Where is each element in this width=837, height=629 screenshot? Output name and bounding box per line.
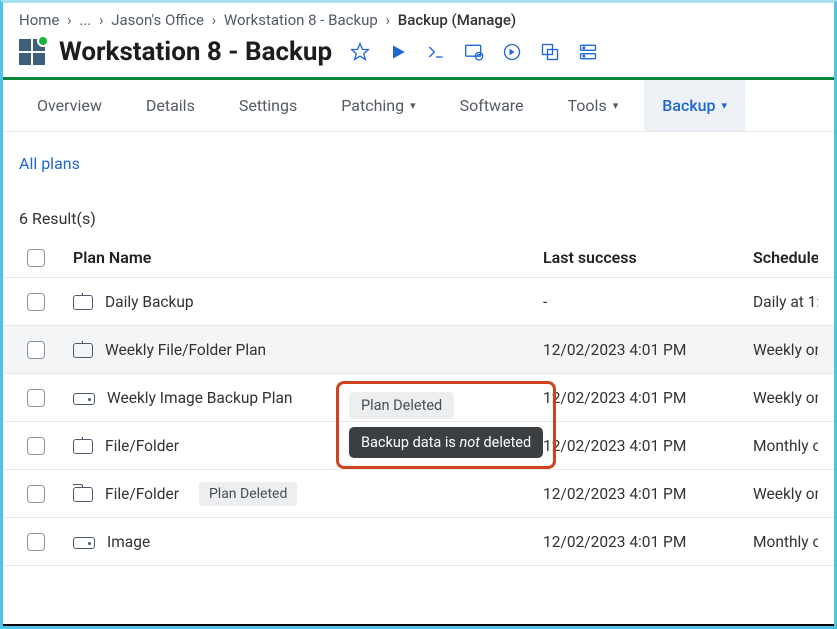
folder-icon: [73, 343, 93, 358]
folder-icon: [73, 439, 93, 454]
chevron-down-icon: ▾: [613, 99, 619, 112]
schedule: Daily at 1:0: [753, 293, 818, 311]
crumb-ellipsis[interactable]: ...: [79, 11, 91, 29]
breadcrumb: Home › ... › Jason's Office › Workstatio…: [3, 3, 834, 35]
tab-backup[interactable]: Backup▾: [644, 80, 745, 131]
col-plan-name[interactable]: Plan Name: [73, 248, 543, 267]
last-success: 12/02/2023 4:01 PM: [543, 485, 753, 503]
select-all-checkbox[interactable]: [27, 249, 45, 267]
schedule: Weekly on: [753, 341, 818, 359]
tab-overview[interactable]: Overview: [19, 80, 120, 131]
col-last-success[interactable]: Last success: [543, 248, 753, 267]
crumb-device[interactable]: Workstation 8 - Backup: [224, 11, 378, 29]
plan-name: Weekly File/Folder Plan: [105, 341, 266, 359]
play-icon[interactable]: [388, 42, 408, 62]
table-row[interactable]: File/Folder Plan Deleted 12/02/2023 4:01…: [3, 470, 834, 518]
folder-icon: [73, 487, 93, 502]
subnav: All plans: [3, 132, 834, 179]
last-success: -: [543, 293, 753, 311]
tab-patching[interactable]: Patching▾: [323, 80, 433, 131]
row-checkbox[interactable]: [27, 389, 45, 407]
plan-name: File/Folder: [105, 485, 179, 503]
folder-icon: [73, 295, 93, 310]
plan-name: File/Folder: [105, 437, 179, 455]
last-success: 12/02/2023 4:01 PM: [543, 389, 753, 407]
drive-icon: [73, 393, 95, 405]
row-checkbox[interactable]: [27, 437, 45, 455]
server-icon[interactable]: [578, 42, 598, 62]
table-header: Plan Name Last success Schedule: [3, 238, 834, 278]
remote-desktop-icon[interactable]: [464, 42, 484, 62]
schedule: Weekly on: [753, 485, 818, 503]
plan-name: Daily Backup: [105, 293, 194, 311]
plan-deleted-badge: Plan Deleted: [199, 482, 297, 506]
crumb-home[interactable]: Home: [19, 11, 59, 29]
tab-details[interactable]: Details: [128, 80, 213, 131]
tab-software[interactable]: Software: [442, 80, 542, 131]
last-success: 12/02/2023 4:01 PM: [543, 533, 753, 551]
plan-name: Image: [107, 533, 150, 551]
schedule: Weekly on: [753, 389, 818, 407]
plan-deleted-callout: Plan Deleted Backup data is not deleted: [336, 381, 556, 469]
windows-icon: [19, 39, 45, 65]
col-schedule[interactable]: Schedule: [753, 248, 818, 267]
row-checkbox[interactable]: [27, 341, 45, 359]
schedule: Monthly o: [753, 533, 818, 551]
crumb-site[interactable]: Jason's Office: [111, 11, 204, 29]
table-row[interactable]: Image 12/02/2023 4:01 PM Monthly o: [3, 518, 834, 566]
favorite-star-icon[interactable]: [350, 42, 370, 62]
link-all-plans[interactable]: All plans: [19, 154, 80, 173]
windows-duplicate-icon[interactable]: [540, 42, 560, 62]
terminal-icon[interactable]: [426, 42, 446, 62]
row-checkbox[interactable]: [27, 293, 45, 311]
crumb-current: Backup (Manage): [398, 11, 516, 29]
last-success: 12/02/2023 4:01 PM: [543, 341, 753, 359]
plan-name: Weekly Image Backup Plan: [107, 389, 292, 407]
result-count: 6 Result(s): [3, 179, 834, 238]
table-row[interactable]: Weekly File/Folder Plan 12/02/2023 4:01 …: [3, 326, 834, 374]
drive-icon: [73, 537, 95, 549]
tooltip: Backup data is not deleted: [349, 427, 543, 458]
title-bar: Workstation 8 - Backup: [3, 35, 834, 80]
last-success: 12/02/2023 4:01 PM: [543, 437, 753, 455]
tab-tools[interactable]: Tools▾: [550, 80, 637, 131]
status-online-icon: [37, 35, 49, 47]
row-checkbox[interactable]: [27, 533, 45, 551]
page-title: Workstation 8 - Backup: [59, 37, 332, 67]
plan-deleted-badge[interactable]: Plan Deleted: [349, 392, 454, 419]
chevron-down-icon: ▾: [410, 99, 416, 112]
schedule: Monthly o: [753, 437, 818, 455]
sync-icon[interactable]: [502, 42, 522, 62]
chevron-down-icon: ▾: [722, 99, 728, 112]
row-checkbox[interactable]: [27, 485, 45, 503]
tab-settings[interactable]: Settings: [221, 80, 315, 131]
table-row[interactable]: Daily Backup - Daily at 1:0: [3, 278, 834, 326]
tabs: Overview Details Settings Patching▾ Soft…: [3, 80, 834, 132]
